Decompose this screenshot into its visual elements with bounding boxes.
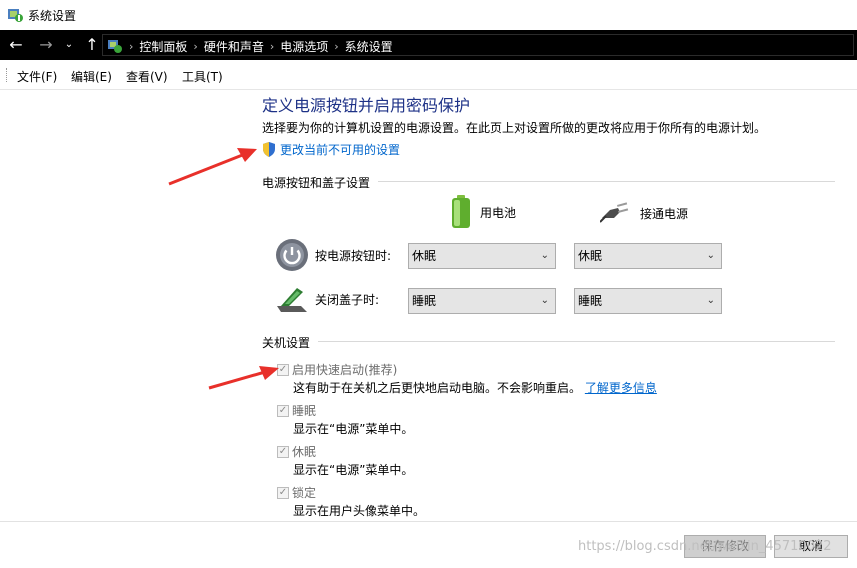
lock-description: 显示在用户头像菜单中。 xyxy=(293,504,426,518)
breadcrumb-separator-icon: › xyxy=(193,40,198,53)
shutdown-section-header: 关机设置 xyxy=(262,336,311,350)
breadcrumb-power-options[interactable]: 电源选项 xyxy=(280,38,328,55)
up-arrow-icon[interactable]: ↑ xyxy=(82,35,102,55)
power-options-icon xyxy=(8,9,23,22)
chevron-down-icon: ⌄ xyxy=(540,295,549,306)
sleep-checkbox[interactable]: ✓ 睡眠 xyxy=(277,402,316,419)
hibernate-description: 显示在“电源”菜单中。 xyxy=(293,463,414,477)
annotation-arrow-icon xyxy=(208,366,279,390)
chevron-down-icon: ⌄ xyxy=(706,250,715,261)
breadcrumb-separator-icon: › xyxy=(269,40,275,53)
sleep-description: 显示在“电源”菜单中。 xyxy=(293,422,414,436)
plugged-in-label: 接通电源 xyxy=(640,206,689,221)
lock-label: 锁定 xyxy=(292,486,317,500)
menu-bar: 文件(F) 编辑(E) 查看(V) 工具(T) xyxy=(0,60,857,90)
lid-close-battery-select[interactable]: 睡眠 ⌄ xyxy=(408,288,556,314)
breadcrumb-system-settings[interactable]: 系统设置 xyxy=(345,38,393,55)
fast-startup-label: 启用快速启动(推荐) xyxy=(292,363,398,377)
power-button-plugged-select[interactable]: 休眠 ⌄ xyxy=(574,243,722,269)
breadcrumb-separator-icon: › xyxy=(129,40,134,53)
bottom-button-bar: 保存修改 取消 https://blog.csdn.net/weixin_457… xyxy=(0,521,857,568)
checkbox-check-icon: ✓ xyxy=(277,486,289,499)
page-title: 定义电源按钮并启用密码保护 xyxy=(262,96,471,115)
battery-icon xyxy=(452,195,470,228)
chevron-down-icon: ⌄ xyxy=(706,295,715,306)
change-link-label: 更改当前不可用的设置 xyxy=(280,143,401,157)
change-unavailable-settings-link[interactable]: 更改当前不可用的设置 xyxy=(262,141,400,158)
power-plug-icon xyxy=(600,202,629,223)
annotation-arrow-icon xyxy=(168,148,257,186)
section-divider xyxy=(378,181,835,182)
menu-tools[interactable]: 工具(T) xyxy=(182,68,223,85)
address-bar: ← → ⌄ ↑ › 控制面板 › 硬件和声音 › 电源选项 › 系统设置 xyxy=(0,30,857,60)
hibernate-checkbox[interactable]: ✓ 休眠 xyxy=(277,443,316,460)
menu-file[interactable]: 文件(F) xyxy=(17,68,57,85)
section-divider xyxy=(318,341,835,342)
checkbox-check-icon: ✓ xyxy=(277,404,289,417)
control-panel-icon xyxy=(108,40,122,53)
menu-edit[interactable]: 编辑(E) xyxy=(71,68,112,85)
lid-close-plugged-select[interactable]: 睡眠 ⌄ xyxy=(574,288,722,314)
sleep-label: 睡眠 xyxy=(292,404,317,418)
power-button-icon xyxy=(276,239,308,271)
power-button-battery-select[interactable]: 休眠 ⌄ xyxy=(408,243,556,269)
laptop-lid-icon xyxy=(277,288,307,312)
hibernate-label: 休眠 xyxy=(292,445,317,459)
recent-locations-chevron-icon[interactable]: ⌄ xyxy=(62,35,76,55)
fast-startup-description: 这有助于在关机之后更快地启动电脑。不会影响重启。 了解更多信息 xyxy=(293,381,657,395)
power-button-label: 按电源按钮时: xyxy=(315,248,392,263)
lid-close-row-label: 关闭盖子时: xyxy=(275,284,379,314)
watermark-text: https://blog.csdn.net/weixin_45710022 xyxy=(578,539,832,554)
power-section-header: 电源按钮和盖子设置 xyxy=(262,176,371,190)
menu-view[interactable]: 查看(V) xyxy=(126,68,168,85)
window-title: 系统设置 xyxy=(28,9,77,23)
breadcrumb[interactable]: › 控制面板 › 硬件和声音 › 电源选项 › 系统设置 xyxy=(102,34,854,56)
power-button-row-label: 按电源按钮时: xyxy=(275,238,391,272)
fast-startup-checkbox[interactable]: ✓ 启用快速启动(推荐) xyxy=(277,361,397,378)
forward-arrow-icon[interactable]: → xyxy=(36,35,56,55)
battery-label: 用电池 xyxy=(480,205,517,220)
checkbox-check-icon: ✓ xyxy=(277,445,289,458)
page-description: 选择要为你的计算机设置的电源设置。在此页上对设置所做的更改将应用于你所有的电源计… xyxy=(262,121,767,135)
breadcrumb-separator-icon: › xyxy=(334,40,339,53)
breadcrumb-control-panel[interactable]: 控制面板 xyxy=(139,38,187,55)
back-arrow-icon[interactable]: ← xyxy=(6,35,26,55)
battery-column-header: 用电池 xyxy=(450,195,516,229)
chevron-down-icon: ⌄ xyxy=(540,250,549,261)
lock-checkbox[interactable]: ✓ 锁定 xyxy=(277,484,316,501)
plugged-in-column-header: 接通电源 xyxy=(600,202,688,224)
content-pane: 定义电源按钮并启用密码保护 选择要为你的计算机设置的电源设置。在此页上对设置所做… xyxy=(0,91,857,521)
title-bar: 系统设置 xyxy=(0,0,857,30)
lid-close-label: 关闭盖子时: xyxy=(315,292,380,307)
learn-more-link[interactable]: 了解更多信息 xyxy=(585,381,657,395)
menu-grip xyxy=(6,68,8,82)
breadcrumb-hardware-sound[interactable]: 硬件和声音 xyxy=(204,38,264,55)
